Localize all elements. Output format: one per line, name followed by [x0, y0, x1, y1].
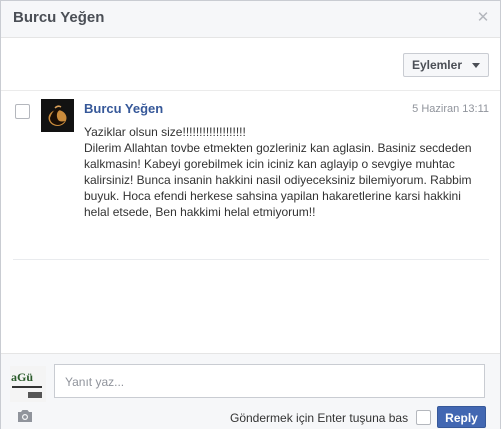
- user-thumbnail: aGü: [10, 366, 46, 402]
- message-line-1: Yaziklar olsun size!!!!!!!!!!!!!!!!!!!: [84, 125, 246, 139]
- actions-label: Eylemler: [411, 58, 462, 72]
- camera-icon[interactable]: [16, 409, 34, 426]
- sender-name[interactable]: Burcu Yeğen: [84, 101, 163, 116]
- actions-dropdown-button[interactable]: Eylemler: [402, 53, 489, 77]
- reply-input[interactable]: Yanıt yaz...: [54, 364, 485, 398]
- close-icon[interactable]: ✕: [476, 10, 490, 25]
- enter-to-send-checkbox[interactable]: [416, 410, 431, 425]
- message-select-checkbox[interactable]: [15, 104, 30, 119]
- logo-image: aGü: [10, 366, 46, 402]
- message-window: Burcu Yeğen ✕ Eylemler Burcu Yeğen 5 Haz…: [0, 0, 501, 429]
- window-title: Burcu Yeğen: [13, 9, 105, 26]
- actions-bar: Eylemler: [1, 38, 500, 91]
- message-text: Dilerim Allahtan tovbe etmekten gozlerin…: [84, 141, 472, 219]
- enter-to-send-label: Göndermek için Enter tuşuna bas: [230, 411, 409, 425]
- reply-composer: aGü Yanıt yaz... Göndermek için Enter tu…: [1, 353, 500, 429]
- title-bar: Burcu Yeğen ✕: [1, 1, 500, 38]
- message-item: Burcu Yeğen 5 Haziran 13:11 Yaziklar ols…: [13, 91, 489, 260]
- message-timestamp: 5 Haziran 13:11: [412, 103, 489, 115]
- caret-down-icon: [472, 63, 480, 68]
- avatar[interactable]: [41, 99, 74, 132]
- message-body: Yaziklar olsun size!!!!!!!!!!!!!!!!!!! D…: [84, 124, 474, 220]
- reply-button[interactable]: Reply: [437, 406, 486, 428]
- avatar-image: [41, 99, 74, 132]
- logo-text: aGü: [11, 370, 33, 384]
